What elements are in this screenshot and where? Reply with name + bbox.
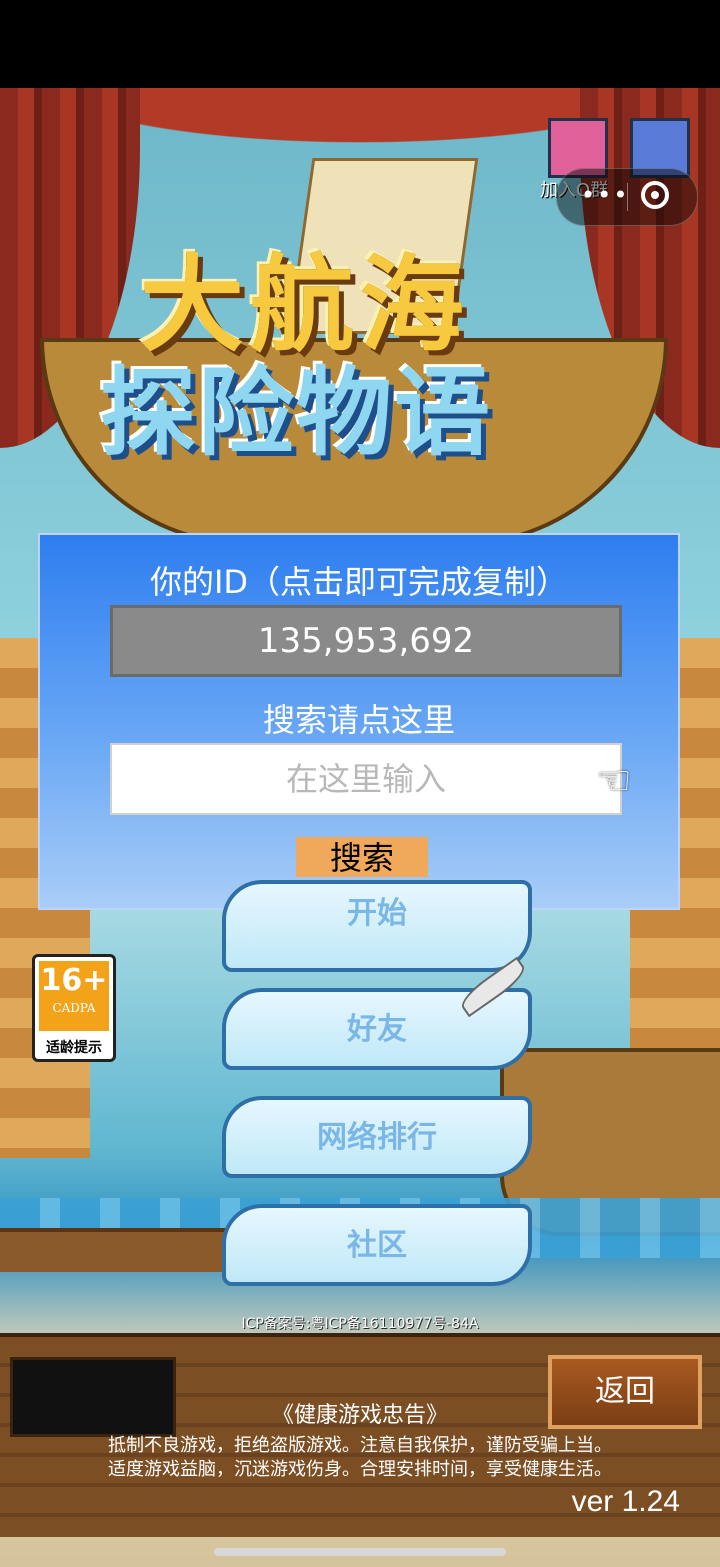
health-advice-line2: 适度游戏益脑，沉迷游戏伤身。合理安排时间，享受健康生活。 [108, 1459, 612, 1480]
age-rating-badge: 16+ CADPA 适龄提示 [32, 954, 116, 1062]
id-panel-title: 你的ID（点击即可完成复制） [149, 563, 569, 601]
icp-license: ICP备案号:粤ICP备16110977号-84A [241, 1316, 479, 1332]
ranking-button[interactable]: 网络排行 [222, 1096, 532, 1178]
start-button[interactable]: 开始 [222, 880, 532, 972]
search-button[interactable]: 搜索 [296, 837, 428, 877]
game-logo-line2: 探险物语 [100, 356, 492, 469]
user-id-box[interactable]: 135,953,692 [110, 605, 622, 677]
search-input[interactable]: 在这里输入 [110, 743, 622, 815]
health-advice-line1: 抵制不良游戏，拒绝盗版游戏。注意自我保护，谨防受骗上当。 [108, 1435, 612, 1456]
mini-program-capsule: ••• [556, 168, 698, 226]
community-button[interactable]: 社区 [222, 1204, 532, 1286]
search-title: 搜索请点这里 [262, 701, 455, 739]
capsule-divider [627, 183, 628, 211]
home-indicator[interactable] [214, 1548, 506, 1556]
version-label: ver 1.24 [571, 1485, 680, 1518]
pointing-hand-icon: ☜ [596, 758, 632, 804]
more-icon[interactable]: ••• [581, 181, 629, 209]
close-mini-program-icon[interactable] [641, 181, 669, 209]
footer-panel: 返回 《健康游戏忠告》 抵制不良游戏，拒绝盗版游戏。注意自我保护，谨防受骗上当。… [0, 1333, 720, 1537]
wooden-dock [0, 1228, 260, 1272]
id-search-panel: 你的ID（点击即可完成复制） 135,953,692 搜索请点这里 在这里输入 … [38, 533, 680, 910]
age-rating-org: CADPA [52, 1001, 96, 1015]
age-rating-inner: 16+ CADPA [39, 961, 109, 1031]
age-rating-tip: 适龄提示 [46, 1040, 102, 1056]
age-rating-number: 16+ [40, 963, 108, 998]
health-advice-title: 《健康游戏忠告》 [271, 1403, 448, 1428]
